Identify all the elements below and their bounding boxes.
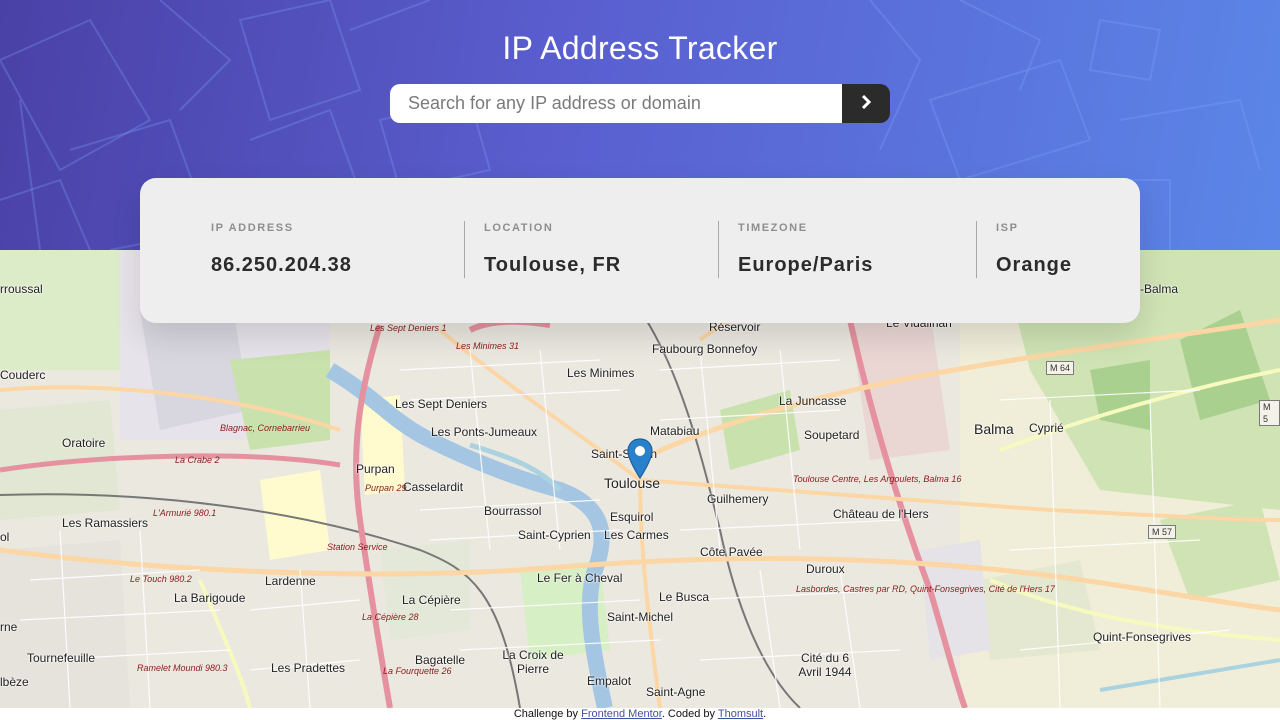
map-place-label: lbèze: [0, 675, 29, 689]
map-place-label: Les Carmes: [604, 528, 669, 542]
map-place-label: Balma: [974, 421, 1014, 437]
map-place-label: Le Fer à Cheval: [537, 571, 623, 585]
footer-middle: . Coded by: [661, 708, 716, 720]
map-road-label: L'Armurié 980.1: [153, 508, 217, 518]
timezone-value: Europe/Paris: [738, 254, 874, 276]
map-place-label: Cyprié: [1029, 421, 1064, 435]
map-place-label: Bagatelle: [415, 653, 466, 667]
map-place-label: Purpan: [356, 462, 395, 476]
location-value: Toulouse, FR: [484, 254, 622, 276]
map-road-label: Ramelet Moundi 980.3: [137, 663, 228, 673]
ip-address-value: 86.250.204.38: [211, 254, 352, 276]
map-place-label: Oratoire: [62, 436, 106, 450]
footer-prefix: Challenge by: [513, 708, 579, 720]
location-section: LOCATION Toulouse, FR: [484, 222, 621, 277]
map-place-label: Guilhemery: [707, 492, 769, 506]
map-place-label: La Barigoude: [174, 591, 246, 605]
location-label: LOCATION: [484, 222, 554, 234]
map-road-label: La Crabe 2: [175, 455, 220, 465]
map-road-label: Le Touch 980.2: [130, 574, 192, 584]
map-place-label: -Balma: [1140, 282, 1179, 296]
map-place-label: Les Minimes: [567, 366, 635, 380]
map-place-label: La Croix de Pierre: [502, 648, 564, 676]
map-road-label: Les Sept Deniers 1: [370, 323, 447, 333]
map-place-label: Quint-Fonsegrives: [1093, 630, 1192, 644]
map-place-label: Le Busca: [659, 590, 710, 604]
attribution-footer: Challenge by Frontend Mentor. Coded by T…: [0, 708, 1280, 720]
location-pin-icon[interactable]: [627, 438, 653, 485]
isp-section: ISP Orange: [996, 222, 1072, 277]
map-place-label: Faubourg Bonnefoy: [652, 342, 758, 356]
frontend-mentor-link[interactable]: Frontend Mentor: [581, 708, 662, 720]
map-road-label: Purpan 29: [365, 483, 407, 493]
map-place-label: Saint-Cyprien: [518, 528, 591, 542]
map-road-shield: M 64: [1046, 361, 1075, 375]
map-place-label: Tournefeuille: [27, 651, 96, 665]
map-road-label: Station Service: [327, 542, 388, 552]
map-road-label: La Cépière 28: [362, 612, 419, 622]
map-place-label: Les Pradettes: [271, 661, 346, 675]
ip-info-card: IP ADDRESS 86.250.204.38 LOCATION Toulou…: [140, 178, 1140, 323]
map-place-label: Bourrassol: [484, 504, 542, 518]
divider: [976, 221, 977, 278]
map-place-label: Saint-Agne: [646, 685, 706, 699]
map-place-label: Soupetard: [804, 428, 860, 442]
isp-value: Orange: [996, 254, 1073, 276]
map-place-label: La Juncasse: [779, 394, 847, 408]
map-place-label: rne: [0, 620, 18, 634]
map-road-label: Toulouse Centre, Les Argoulets, Balma 16: [793, 474, 962, 484]
chevron-right-icon: [861, 94, 872, 112]
map-place-label: Les Ponts-Jumeaux: [431, 425, 538, 439]
search-form: [390, 84, 890, 123]
map-place-label: Cité du 6 Avril 1944: [798, 651, 852, 679]
footer-suffix: .: [763, 708, 767, 720]
map-place-label: Duroux: [806, 562, 845, 576]
search-submit-button[interactable]: [842, 84, 890, 123]
map-place-label: Empalot: [587, 674, 632, 688]
divider: [464, 221, 465, 278]
map-road-label: Blagnac, Cornebarrieu: [220, 423, 311, 433]
map-place-label: Casselardit: [403, 480, 464, 494]
map-place-label: Saint-Michel: [607, 610, 674, 624]
map-road-shield: M 57: [1148, 525, 1177, 539]
map-place-label: La Cépière: [402, 593, 461, 607]
map-road-shield: M 5: [1259, 400, 1280, 426]
isp-label: ISP: [996, 222, 1019, 234]
map-place-label: Les Ramassiers: [62, 516, 149, 530]
map-place-label: Lardenne: [265, 574, 316, 588]
author-link[interactable]: Thomsult: [718, 708, 763, 720]
map-place-label: Matabiau: [650, 424, 700, 438]
ip-address-section: IP ADDRESS 86.250.204.38: [211, 222, 352, 277]
map-place-label: Les Sept Deniers: [395, 397, 488, 411]
page-title: IP Address Tracker: [502, 30, 778, 66]
map-road-label: La Fourquette 26: [383, 666, 452, 676]
divider: [718, 221, 719, 278]
map-place-label: Château de l'Hers: [833, 507, 929, 521]
map-place-label: Esquirol: [610, 510, 654, 524]
timezone-label: TIMEZONE: [738, 222, 808, 234]
timezone-section: TIMEZONE Europe/Paris: [738, 222, 873, 277]
map-place-label: Couderc: [0, 368, 46, 382]
map-road-label: Les Minimes 31: [456, 341, 520, 351]
map-place-label: Côte Pavée: [700, 545, 763, 559]
map-place-label: rroussal: [0, 282, 43, 296]
search-input[interactable]: [390, 84, 842, 123]
ip-address-label: IP ADDRESS: [211, 222, 294, 234]
map-place-label: ol: [0, 530, 10, 544]
map-road-label: Lasbordes, Castres par RD, Quint-Fonsegr…: [796, 584, 1055, 594]
